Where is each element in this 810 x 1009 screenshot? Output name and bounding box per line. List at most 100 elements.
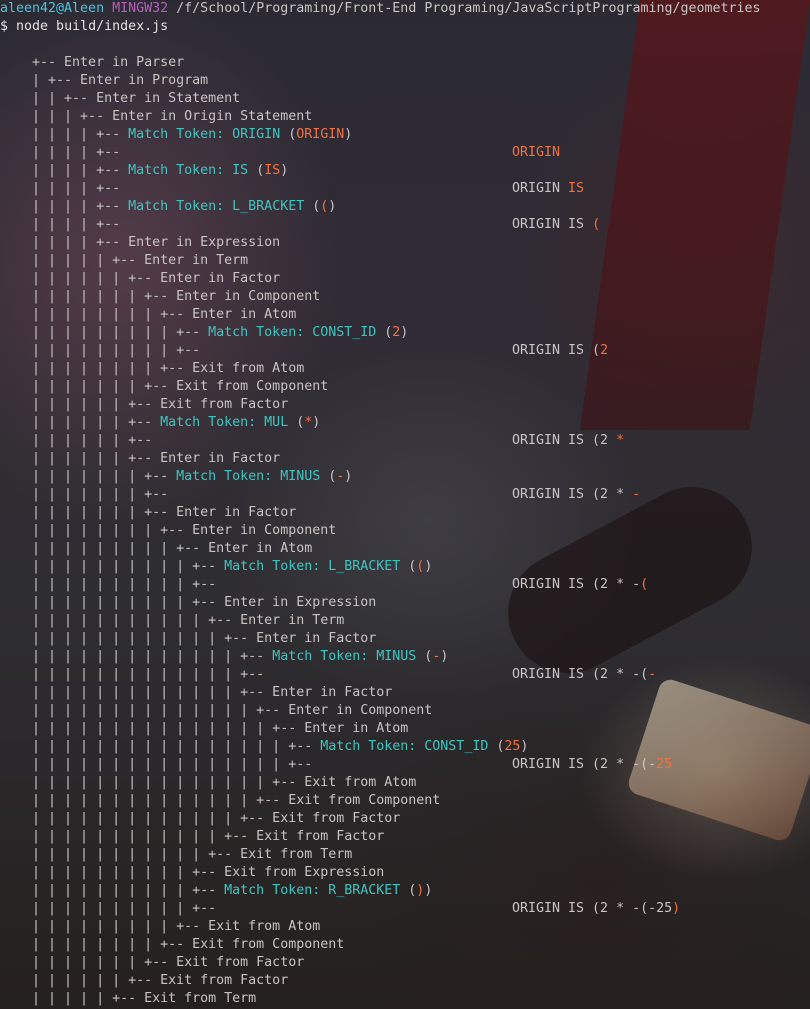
tree-branch: | | | | | | | +-- [0,469,177,484]
output-expression: ORIGIN IS ( [512,216,600,234]
trace-line: | | | | | | | | +-- Enter in Component [0,522,336,540]
output-base: ORIGIN IS (2 * -(- [512,757,657,772]
output-new: IS [568,181,585,196]
trace-line: | | | | | | | | | | | +-- Enter in Term [0,612,344,630]
command-text: node build/index.js [16,19,169,34]
match-token: Match Token: R_BRACKET [224,883,401,898]
output-expression: ORIGIN IS (2 * -( [512,576,648,594]
trace-line: | | | | | | | | | | +-- Match Token: L_B… [0,559,433,574]
match-token: Match Token: MINUS [272,649,417,664]
trace-text: | | | | | | | | | | +-- Exit from Expres… [0,865,385,880]
trace-line: | | | | | +-- Exit from Term [0,990,256,1008]
token-value: ORIGIN [296,127,345,142]
trace-text: | | | | +-- [0,181,121,196]
trace-line: | | | | | | | | | | | | | +-- Match Toke… [0,649,449,664]
output-expression: ORIGIN IS (2 * -(- [512,666,656,684]
trace-line: | | | | | | | | | | +-- ORIGIN IS (2 * -( [0,576,648,594]
trace-line: | | | | | | | | | | +-- Exit from Expres… [0,864,384,882]
trace-text: | | | | | | | | | | | | | +-- Enter in F… [0,685,393,700]
trace-line: | | | | +-- Match Token: IS (IS) [0,163,289,178]
trace-text: | | | | | | | | | | +-- [0,577,217,592]
trace-line: | | | | | | | | | | | | | | | +-- Enter … [0,720,408,738]
trace-line: | | | | | | | | | +-- Match Token: CONST… [0,325,409,340]
terminal-window[interactable]: aleen42@Aleen MINGW32 /f/School/Programi… [0,0,810,1009]
trace-text: | | | | | | +-- [0,433,153,448]
trace-text: | | | | | +-- Enter in Term [0,253,249,268]
trace-text: | | | | +-- Enter in Expression [0,235,281,250]
trace-line: | | | | | | | | | | | +-- Exit from Term [0,846,352,864]
trace-text: | | | +-- Enter in Origin Statement [0,109,313,124]
trace-line: | | | | | | +-- Enter in Factor [0,270,280,288]
trace-line: | | | | | | | | | | | | | | +-- Exit fro… [0,792,440,810]
trace-line: | | | | | | +-- Exit from Factor [0,972,288,990]
trace-line: | | | | | | | | +-- Exit from Atom [0,360,304,378]
output-base: ORIGIN [512,181,569,196]
trace-text: | | | | | | | +-- Exit from Factor [0,955,305,970]
match-token: Match Token: ORIGIN [128,127,281,142]
trace-line: | | | | | | | +-- Match Token: MINUS (-) [0,469,353,484]
trace-line: | | | | | | | +-- Exit from Factor [0,954,304,972]
trace-text: | | | | | | +-- Exit from Factor [0,397,289,412]
trace-text: | | | | | | | | | | +-- [0,901,217,916]
trace-line: | | | | | | | | | | +-- ORIGIN IS (2 * -(… [0,900,680,918]
output-new: ( [640,577,649,592]
trace-line: | | | | | | | +-- Enter in Factor [0,504,296,522]
trace-text: | | | | | | | | | +-- Exit from Atom [0,919,321,934]
trace-text: | | | | +-- [0,145,121,160]
tree-branch: | | | | | | | | | +-- [0,325,209,340]
trace-text: | | | | | | | | | +-- Enter in Atom [0,541,313,556]
trace-line: | | | | | | | | | | | | | +-- ORIGIN IS (… [0,666,656,684]
output-new: ORIGIN [512,145,561,160]
trace-text: | | | | | | | | | | | | | | +-- Enter in… [0,703,433,718]
trace-line: | | | | | | +-- Exit from Factor [0,396,288,414]
tree-branch: | | | | | | | | | | | | | +-- [0,649,273,664]
output-expression: ORIGIN IS (2 [512,342,608,360]
trace-line: | | | | | | | | +-- Exit from Component [0,936,344,954]
output-new: 2 [600,343,609,358]
tree-branch: | | | | | | | | | | | | | | | | +-- [0,739,321,754]
trace-text: | | | | | | | | +-- Exit from Component [0,937,345,952]
trace-text: | | | | +-- [0,217,121,232]
trace-text: | | | | | | | | | +-- [0,343,201,358]
trace-line: | | | | | | | | | +-- ORIGIN IS (2 [0,342,608,360]
trace-text: | | | | | | | +-- [0,487,169,502]
trace-line: | +-- Enter in Program [0,72,208,90]
trace-line: | | | | +-- ORIGIN IS ( [0,216,600,234]
trace-line: | | | | +-- Match Token: L_BRACKET (() [0,199,337,214]
trace-line: | | | +-- Enter in Origin Statement [0,108,312,126]
trace-line: | | | | | | | | | | | | | +-- Exit from … [0,810,400,828]
token-value: IS [264,163,281,178]
match-token: Match Token: MUL [160,415,289,430]
output-base: ORIGIN IS (2 * - [512,577,641,592]
trace-line: | | | | | | | | | | | | | | | | +-- ORIGI… [0,756,672,774]
trace-line: | | | | +-- ORIGIN [0,144,560,162]
trace-text: | +-- Enter in Program [0,73,209,88]
trace-line: +-- Enter in Parser [0,54,184,72]
trace-line: | | | | +-- ORIGIN IS [0,180,584,198]
trace-line: | | | | | | +-- Match Token: MUL (*) [0,415,321,430]
trace-text: | | | | | | +-- Exit from Factor [0,973,289,988]
output-base: ORIGIN IS (2 * -( [512,667,649,682]
match-token: Match Token: L_BRACKET [128,199,305,214]
trace-line: | | +-- Enter in Statement [0,90,240,108]
trace-line: | | | | | | | +-- ORIGIN IS (2 * - [0,486,640,504]
match-token: Match Token: CONST_ID [320,739,489,754]
output-new: 25 [656,757,673,772]
trace-line: | | | | | | +-- ORIGIN IS (2 * [0,432,624,450]
trace-text: | | | | | | | | +-- Enter in Atom [0,307,297,322]
output-expression: ORIGIN IS (2 * [512,432,624,450]
trace-text: +-- Enter in Parser [0,55,185,70]
prompt-path: /f/School/Programing/Front-End Programin… [176,1,761,16]
tree-branch: | | | | +-- [0,127,129,142]
trace-text: | | | | | | | +-- Enter in Component [0,289,321,304]
output-base: ORIGIN IS (2 * -(-25 [512,901,673,916]
trace-line: | | | | | | | | | | | | | | | +-- Exit f… [0,774,416,792]
trace-text: | | | | | | | | | | +-- Enter in Express… [0,595,377,610]
token-value: 25 [504,739,521,754]
trace-line: | | | | | | | +-- Exit from Component [0,378,328,396]
trace-text: | | | | | | | | | | | | | | | +-- Exit f… [0,775,417,790]
trace-line: | | | | | | | | | | | | +-- Exit from Fa… [0,828,384,846]
trace-text: | | | | | | | | | | | | | +-- Exit from … [0,811,401,826]
match-token: Match Token: L_BRACKET [224,559,401,574]
trace-line: | | | | | | | | | | +-- Enter in Express… [0,594,376,612]
